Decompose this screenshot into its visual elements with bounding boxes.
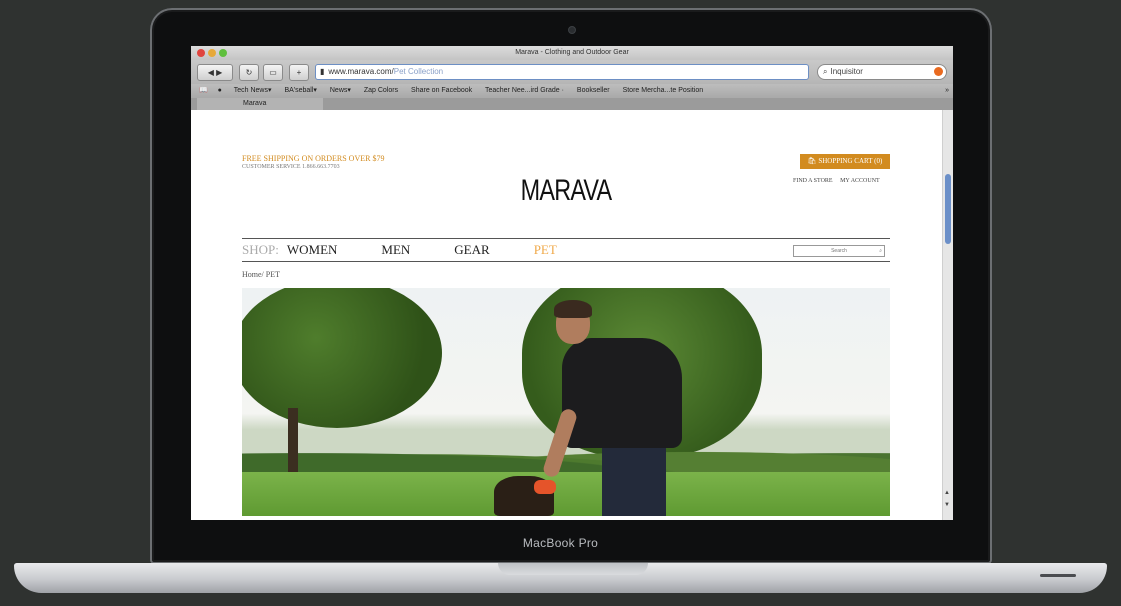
my-account-link[interactable]: MY ACCOUNT (840, 178, 880, 184)
photo-dog-toy (534, 480, 556, 494)
web-page: FREE SHIPPING ON ORDERS OVER $79 CUSTOME… (191, 110, 941, 520)
bookmarks-overflow-icon[interactable]: » (945, 84, 949, 98)
bookmark-item[interactable]: News▾ (330, 87, 351, 94)
bookmark-item[interactable]: Share on Facebook (411, 87, 472, 94)
tab-marava[interactable]: Marava (197, 98, 323, 110)
bag-icon: 🛍 (807, 157, 817, 165)
clear-search-icon[interactable] (934, 67, 943, 76)
account-links: FIND A STORE MY ACCOUNT (787, 178, 880, 184)
add-bookmark-button[interactable]: + (289, 64, 309, 81)
site-search-input[interactable]: Search ⌕ (793, 245, 885, 257)
close-window-icon[interactable] (197, 49, 205, 57)
window-titlebar: Marava - Clothing and Outdoor Gear (191, 46, 953, 60)
nav-men[interactable]: MEN (381, 242, 410, 257)
minimize-window-icon[interactable] (208, 49, 216, 57)
shipping-banner: FREE SHIPPING ON ORDERS OVER $79 (242, 154, 385, 163)
reading-list-icon[interactable]: 📖 (199, 87, 208, 94)
shop-label: SHOP: (242, 242, 279, 257)
zoom-window-icon[interactable] (219, 49, 227, 57)
window-title: Marava - Clothing and Outdoor Gear (515, 49, 629, 56)
browser-search-value: Inquisitor (830, 67, 863, 76)
cart-label: SHOPPING CART (0) (818, 157, 883, 165)
bookmark-item[interactable]: Store Mercha...te Position (623, 87, 704, 94)
sleep-indicator (1040, 574, 1076, 577)
forward-arrow-icon[interactable]: ▶ (216, 68, 222, 77)
nav-pet[interactable]: PET (534, 242, 557, 257)
site-search-placeholder: Search (831, 248, 847, 254)
reload-icon: ↻ (245, 68, 253, 77)
scroll-up-icon[interactable]: ▲ (944, 490, 950, 496)
scrollbar-thumb[interactable] (945, 174, 951, 244)
photo-person-hair (554, 300, 592, 318)
webcam-icon (568, 26, 576, 34)
page-scrollbar[interactable]: ▲ ▼ (942, 110, 953, 520)
nav-divider-top (242, 238, 890, 239)
bookmark-item[interactable]: Tech News▾ (234, 87, 272, 94)
lock-icon: ▮ (320, 67, 325, 76)
shopping-cart-button[interactable]: 🛍 SHOPPING CART (0) (800, 154, 890, 169)
photo-person-body (562, 338, 682, 448)
browser-toolbar: ◀ ▶ ↻ ▭ + ▮ www.marava.com/Pet Collection… (191, 60, 953, 84)
laptop-notch (498, 563, 648, 575)
plus-icon: + (296, 68, 302, 77)
nav-women[interactable]: WOMEN (287, 242, 338, 257)
apple-icon[interactable]: ● (218, 87, 222, 94)
photo-grass (242, 472, 890, 516)
customer-service: CUSTOMER SERVICE 1.866.663.7703 (242, 164, 340, 170)
url-path: Pet Collection (393, 67, 444, 76)
tabs-overview-button[interactable]: ▭ (263, 64, 283, 81)
scroll-down-icon[interactable]: ▼ (944, 502, 950, 508)
magnifier-icon: ⌕ (879, 248, 882, 254)
bookmark-item[interactable]: Teacher Nee...ird Grade · (485, 87, 564, 94)
photo-person-legs (602, 438, 666, 516)
back-forward-button[interactable]: ◀ ▶ (197, 64, 233, 81)
site-logo[interactable]: MARAVA (508, 174, 625, 208)
hero-photo[interactable] (242, 288, 890, 516)
reload-button[interactable]: ↻ (239, 64, 259, 81)
device-label: MacBook Pro (522, 536, 599, 550)
tab-strip: Marava (191, 98, 953, 110)
tabs-icon: ▭ (269, 68, 277, 77)
find-store-link[interactable]: FIND A STORE (793, 178, 833, 184)
back-arrow-icon[interactable]: ◀ (208, 68, 214, 77)
nav-gear[interactable]: GEAR (454, 242, 489, 257)
bookmarks-bar: 📖 ● Tech News▾ BA'seball▾ News▾ Zap Colo… (191, 84, 953, 98)
bookmark-item[interactable]: Zap Colors (364, 87, 398, 94)
breadcrumb[interactable]: Home/ PET (242, 270, 280, 279)
nav-divider-bottom (242, 261, 890, 262)
photo-tree (242, 288, 442, 428)
url-domain: www.marava.com/ (328, 67, 394, 76)
shop-nav: SHOP: WOMEN MEN GEAR PET (242, 242, 601, 258)
search-icon: ⌕ (823, 67, 828, 76)
address-bar[interactable]: ▮ www.marava.com/Pet Collection (315, 64, 809, 80)
browser-search-field[interactable]: ⌕ Inquisitor (817, 64, 947, 80)
browser-window: Marava - Clothing and Outdoor Gear ◀ ▶ ↻… (191, 46, 953, 520)
bookmark-item[interactable]: Bookseller (577, 87, 610, 94)
bookmark-item[interactable]: BA'seball▾ (284, 87, 316, 94)
